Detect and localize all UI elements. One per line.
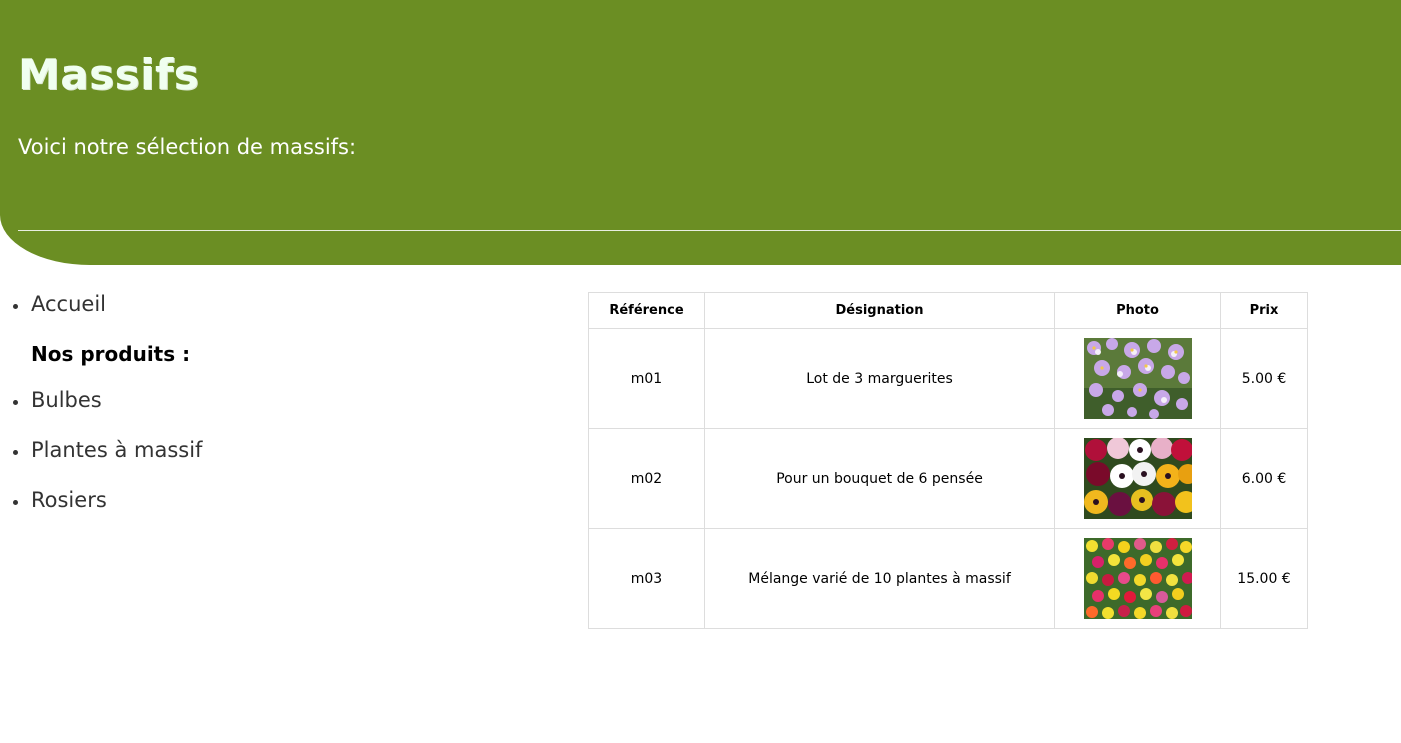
- column-header-designation: Désignation: [704, 292, 1055, 329]
- products-table: Référence Désignation Photo Prix m01 Lot…: [588, 292, 1308, 629]
- cell-designation: Lot de 3 marguerites: [704, 328, 1055, 429]
- column-header-reference: Référence: [588, 292, 705, 329]
- purple-daisies-photo: [1083, 338, 1192, 419]
- cell-photo: [1054, 328, 1221, 429]
- cell-photo: [1054, 428, 1221, 529]
- cell-prix: 5.00 €: [1220, 328, 1308, 429]
- header-divider: [18, 230, 1401, 231]
- mixed-flowerbed-photo: [1083, 538, 1192, 619]
- cell-reference: m01: [588, 328, 705, 429]
- column-header-photo: Photo: [1054, 292, 1221, 329]
- nav-item-accueil: Accueil: [0, 285, 560, 335]
- nav-link-rosiers[interactable]: Rosiers: [31, 488, 107, 512]
- cell-designation: Mélange varié de 10 plantes à massif: [704, 528, 1055, 629]
- cell-reference: m03: [588, 528, 705, 629]
- page-header: Massifs Voici notre sélection de massifs…: [0, 0, 1401, 265]
- page-title: Massifs: [18, 50, 200, 99]
- table-row: m01 Lot de 3 marguerites 5.00 €: [588, 328, 1308, 429]
- table-header-row: Référence Désignation Photo Prix: [588, 292, 1308, 329]
- nav-products-heading: Nos produits :: [31, 342, 191, 366]
- cell-prix: 6.00 €: [1220, 428, 1308, 529]
- nav-list: Accueil Nos produits : Bulbes Plantes à …: [0, 285, 560, 531]
- nav-link-accueil[interactable]: Accueil: [31, 292, 106, 316]
- side-navigation: Accueil Nos produits : Bulbes Plantes à …: [0, 285, 560, 531]
- cell-designation: Pour un bouquet de 6 pensée: [704, 428, 1055, 529]
- cell-prix: 15.00 €: [1220, 528, 1308, 629]
- table-row: m02 Pour un bouquet de 6 pensée 6.00 €: [588, 428, 1308, 529]
- nav-item-plantes-a-massif: Plantes à massif: [0, 431, 560, 481]
- pansies-photo: [1083, 438, 1192, 519]
- column-header-prix: Prix: [1220, 292, 1308, 329]
- nav-item-rosiers: Rosiers: [0, 481, 560, 531]
- table-row: m03 Mélange varié de 10 plantes à massif: [588, 528, 1308, 629]
- cell-reference: m02: [588, 428, 705, 529]
- page-subtitle: Voici notre sélection de massifs:: [18, 135, 357, 159]
- nav-link-bulbes[interactable]: Bulbes: [31, 388, 102, 412]
- nav-link-plantes-a-massif[interactable]: Plantes à massif: [31, 438, 202, 462]
- nav-item-bulbes: Bulbes: [0, 381, 560, 431]
- cell-photo: [1054, 528, 1221, 629]
